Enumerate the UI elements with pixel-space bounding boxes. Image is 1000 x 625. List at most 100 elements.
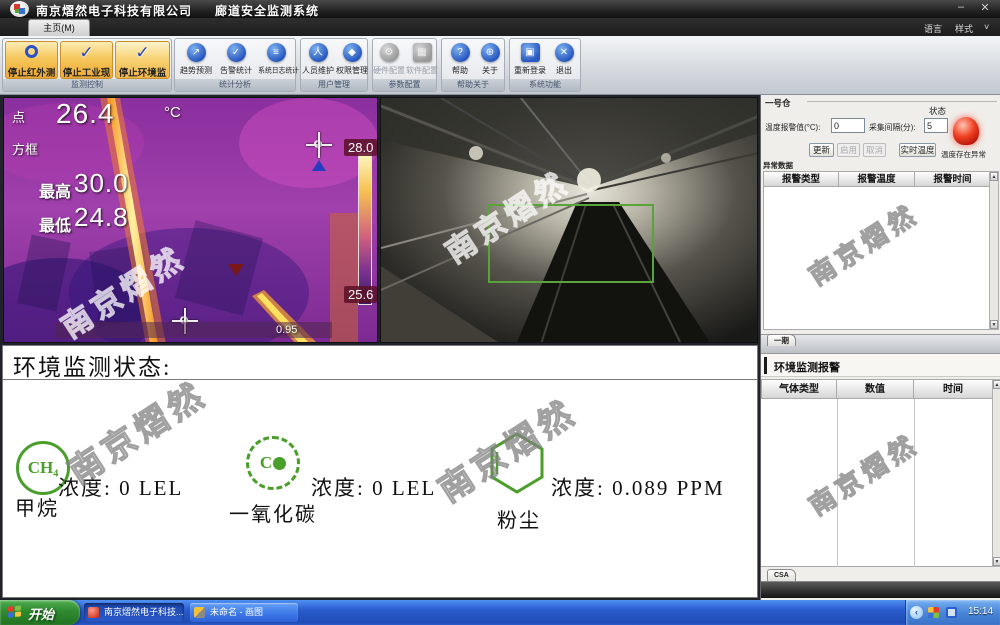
gas-name: 一氧化碳 bbox=[229, 498, 317, 527]
ribbon-group-user-management: 人 人员维护 ◆ 权限管理 用户管理 bbox=[300, 38, 368, 92]
checkmark-icon: ✓ bbox=[79, 45, 93, 61]
start-button[interactable]: 开始 bbox=[0, 600, 80, 625]
close-button[interactable]: ✕ bbox=[976, 1, 994, 15]
tray-display-icon[interactable] bbox=[946, 607, 957, 618]
group-label: 系统功能 bbox=[510, 79, 580, 91]
env-alarm-title: 环境监测报警 bbox=[774, 359, 840, 375]
alarm-lamp-icon bbox=[953, 117, 979, 145]
app-logo-icon bbox=[10, 1, 29, 17]
accent-bar bbox=[764, 357, 767, 374]
column-header[interactable]: 报警时间 bbox=[915, 171, 991, 187]
divider bbox=[3, 379, 758, 380]
key-icon: ◆ bbox=[343, 43, 362, 62]
permission-management-button[interactable]: ◆ 权限管理 bbox=[332, 43, 372, 76]
tray-collapse-icon[interactable]: ‹ bbox=[910, 606, 923, 619]
scroll-up-icon[interactable]: ▲ bbox=[993, 380, 1000, 389]
env-status-title: 环境监测状态: bbox=[13, 348, 171, 382]
scroll-down-icon[interactable]: ▼ bbox=[993, 557, 1000, 566]
interval-input[interactable] bbox=[924, 118, 948, 133]
x-icon: ✕ bbox=[555, 43, 574, 62]
thermal-marker-high[interactable] bbox=[306, 132, 332, 158]
phase-tab-strip bbox=[761, 334, 1000, 353]
ribbon-group-help-about: ? 帮助 ⊕ 关于 帮助关于 bbox=[441, 38, 505, 92]
scale-high-badge: 28.0 bbox=[344, 139, 377, 156]
column-header[interactable]: 报警温度 bbox=[839, 171, 915, 187]
gas-name: 粉尘 bbox=[497, 504, 541, 533]
update-button[interactable]: 更新 bbox=[809, 143, 834, 157]
alarm-stats-button[interactable]: ✓ 告警统计 bbox=[216, 43, 256, 76]
chevron-down-icon[interactable]: ˅ bbox=[984, 22, 989, 32]
env-alarm-table-body bbox=[761, 399, 993, 567]
report-icon: ✓ bbox=[227, 43, 246, 62]
abnormal-table-body bbox=[763, 187, 991, 330]
realtime-temp-button[interactable]: 实时温度 bbox=[899, 143, 936, 157]
monitor-icon: ▦ bbox=[413, 43, 432, 62]
menu-style[interactable]: 样式 bbox=[955, 22, 973, 35]
abnormal-table-header: 报警类型 报警温度 报警时间 bbox=[763, 171, 991, 187]
ribbon-group-parameter-config: ⚙ 硬件配置 ▦ 软件配置 参数配置 bbox=[372, 38, 437, 92]
column-header[interactable]: 气体类型 bbox=[761, 379, 837, 399]
status-label: 状态 bbox=[929, 105, 946, 117]
thermal-camera-view: 点 26.4 °C 方框 最高 30.0 最低 24.8 28.0 25.6 0… bbox=[3, 97, 378, 343]
trend-icon: ↗ bbox=[187, 43, 206, 62]
about-button[interactable]: ⊕ 关于 bbox=[470, 43, 510, 76]
temp-alarm-input[interactable] bbox=[831, 118, 865, 133]
box-label: 方框 bbox=[12, 139, 38, 158]
log-icon: ≡ bbox=[267, 43, 286, 62]
lamp-status-text: 温度存在异常 bbox=[941, 149, 986, 160]
unit-label: °C bbox=[164, 104, 181, 121]
scroll-up-icon[interactable]: ▲ bbox=[990, 172, 998, 181]
gas-name: 甲烷 bbox=[15, 492, 59, 521]
app-task-icon bbox=[88, 607, 99, 618]
software-config-button: ▦ 软件配置 bbox=[402, 43, 442, 76]
taskbar-task-paint[interactable]: 未命名 - 画图 bbox=[190, 603, 298, 622]
group-label: 统计分析 bbox=[175, 79, 295, 91]
column-header[interactable]: 数值 bbox=[837, 379, 914, 399]
env-alarm-table-scrollbar[interactable]: ▲ ▼ bbox=[992, 379, 1000, 567]
tab-csa[interactable]: CSA bbox=[767, 569, 796, 581]
right-panel: 一号仓 状态 温度报警值(°C): 采集间隔(分): 温度存在异常 更新 启用 … bbox=[760, 95, 1000, 600]
tab-home[interactable]: 主页(M) bbox=[28, 19, 90, 36]
title-bar: 南京熠然电子科技有限公司 廊道安全监测系统 – ✕ bbox=[0, 0, 1000, 18]
system-log-stats-button[interactable]: ≡ 系统日志统计 bbox=[255, 43, 297, 76]
abnormal-data-label: 异常数据 bbox=[763, 160, 793, 171]
max-temperature: 30.0 bbox=[74, 168, 129, 199]
column-divider bbox=[914, 399, 915, 567]
stop-industrial-view-button[interactable]: ✓ 停止工业现场 bbox=[60, 41, 113, 79]
paint-task-icon bbox=[194, 607, 205, 618]
column-header[interactable]: 报警类型 bbox=[763, 171, 839, 187]
start-label: 开始 bbox=[28, 604, 54, 623]
emissivity-value: 0.95 bbox=[276, 324, 297, 336]
tab-phase-one[interactable]: 一期 bbox=[767, 334, 796, 346]
column-header[interactable]: 时间 bbox=[914, 379, 993, 399]
stop-ir-temp-button[interactable]: 停止红外测温 bbox=[5, 41, 58, 79]
menu-language[interactable]: 语言 bbox=[924, 22, 942, 35]
system-tray: ‹ 15:14 bbox=[905, 600, 1000, 625]
group-label: 参数配置 bbox=[373, 79, 436, 91]
marker-triangle-icon bbox=[228, 264, 244, 276]
stop-env-monitor-button[interactable]: ✓ 停止环境监测 bbox=[115, 41, 170, 79]
exit-button[interactable]: ✕ 退出 bbox=[544, 43, 584, 76]
dust-hexagon-icon bbox=[488, 431, 546, 495]
abnormal-table-scrollbar[interactable]: ▲ ▼ bbox=[989, 171, 999, 330]
taskbar-task-app[interactable]: 南京熠然电子科技... bbox=[84, 603, 184, 622]
detection-roi-rectangle[interactable] bbox=[488, 204, 654, 283]
minimize-button[interactable]: – bbox=[952, 1, 970, 15]
scroll-down-icon[interactable]: ▼ bbox=[990, 320, 998, 329]
globe-icon: ⊕ bbox=[481, 43, 500, 62]
cancel-button: 取消 bbox=[863, 143, 886, 157]
env-alarm-table-header: 气体类型 数值 时间 bbox=[761, 379, 993, 399]
question-icon: ? bbox=[451, 43, 470, 62]
group-label: 帮助关于 bbox=[442, 79, 504, 91]
enable-button: 启用 bbox=[837, 143, 860, 157]
trend-forecast-button[interactable]: ↗ 趋势预测 bbox=[176, 43, 216, 76]
ribbon-tab-row: 主页(M) 语言 样式 ˅ bbox=[0, 18, 1000, 36]
gas-reading: 浓度: 0.089 PPM bbox=[551, 472, 725, 502]
ring-icon bbox=[25, 45, 38, 61]
env-status-panel: 环境监测状态: CH₄ 甲烷 浓度: 0 LEL C 一氧化碳 浓度: 0 LE… bbox=[2, 345, 758, 598]
spot-temperature: 26.4 bbox=[56, 98, 115, 130]
column-divider bbox=[837, 399, 838, 567]
ribbon-group-statistics: ↗ 趋势预测 ✓ 告警统计 ≡ 系统日志统计 统计分析 bbox=[174, 38, 296, 92]
temperature-scale-bar bbox=[358, 153, 372, 305]
tray-app-icon[interactable] bbox=[928, 607, 939, 618]
